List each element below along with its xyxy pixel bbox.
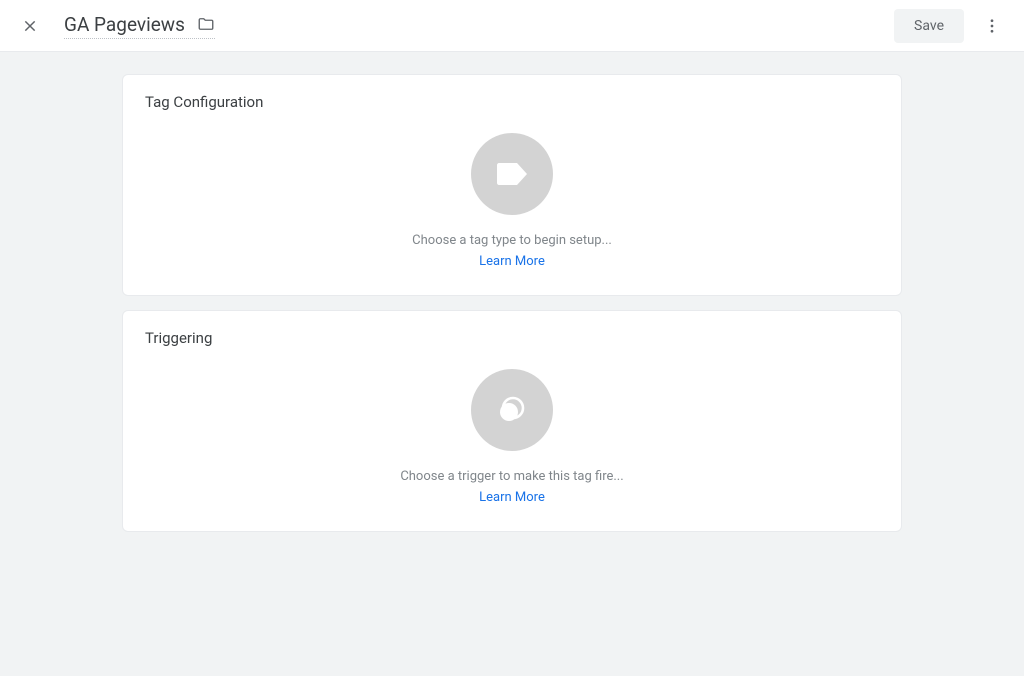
trigger-icon [495, 393, 529, 427]
tag-name-input[interactable]: GA Pageviews [64, 13, 185, 36]
triggering-title: Triggering [145, 329, 879, 347]
close-button[interactable] [14, 10, 46, 42]
tag-configuration-title: Tag Configuration [145, 93, 879, 111]
triggering-card[interactable]: Triggering Choose a trigger to make this… [122, 310, 902, 532]
triggering-placeholder: Choose a trigger to make this tag fire..… [145, 365, 879, 505]
close-icon [22, 18, 38, 34]
modal-header: GA Pageviews Save [0, 0, 1024, 52]
triggering-learn-more-link[interactable]: Learn More [479, 490, 545, 505]
tag-config-placeholder: Choose a tag type to begin setup... Lear… [145, 129, 879, 269]
trigger-placeholder-circle [471, 369, 553, 451]
more-menu-button[interactable] [974, 8, 1010, 44]
folder-button[interactable] [197, 15, 215, 33]
tag-type-placeholder-circle [471, 133, 553, 215]
tag-config-learn-more-link[interactable]: Learn More [479, 254, 545, 269]
save-button[interactable]: Save [894, 9, 964, 43]
modal-content: Tag Configuration Choose a tag type to b… [0, 52, 1024, 546]
title-input-wrap[interactable]: GA Pageviews [64, 13, 215, 39]
tag-config-placeholder-text: Choose a tag type to begin setup... [412, 233, 612, 248]
tag-configuration-card[interactable]: Tag Configuration Choose a tag type to b… [122, 74, 902, 296]
folder-icon [197, 15, 215, 33]
triggering-placeholder-text: Choose a trigger to make this tag fire..… [400, 469, 623, 484]
more-vert-icon [983, 17, 1001, 35]
tag-icon [495, 161, 529, 187]
